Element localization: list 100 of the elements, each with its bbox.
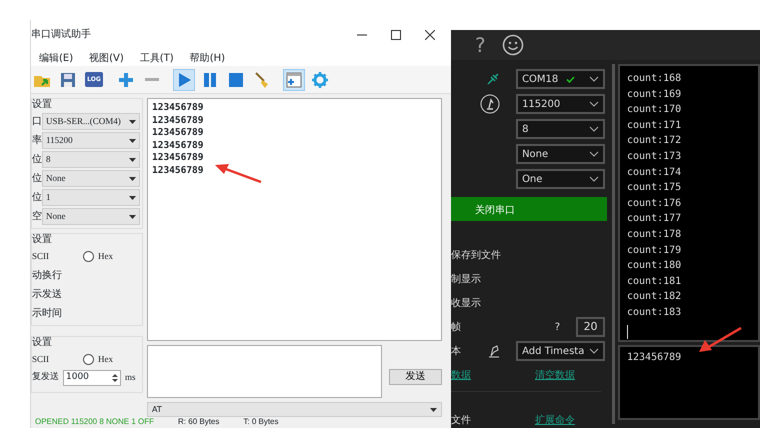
field-label: 空 <box>32 210 42 224</box>
field-label: 位 <box>32 191 42 206</box>
option-label: 帧 <box>451 320 461 334</box>
output-line: count:172 <box>627 134 682 148</box>
output-line: count:183 <box>627 306 682 320</box>
received-line: 123456789 <box>152 140 204 152</box>
send-input[interactable]: 123456789 <box>618 345 760 420</box>
window-plus-button[interactable] <box>283 68 305 91</box>
port-dropdown[interactable]: One <box>516 169 606 189</box>
caret-icon <box>129 196 136 200</box>
spin-arrows-icon <box>112 373 118 384</box>
status-text: T: 0 Bytes <box>243 417 278 428</box>
interval-spinner[interactable]: 1000 <box>63 370 121 386</box>
field-label: 位 <box>32 153 42 168</box>
close-port-button[interactable]: 关闭串口 <box>451 197 607 221</box>
output-line: count:169 <box>627 88 682 102</box>
option-label: 动换行 <box>32 268 63 283</box>
option-label: Hex <box>98 352 114 366</box>
output-line: count:170 <box>627 103 682 118</box>
data-link[interactable]: 清空数据 <box>535 368 575 382</box>
minus-icon <box>145 78 159 82</box>
pointer-arrow <box>697 326 743 354</box>
smiley-icon[interactable] <box>502 34 524 56</box>
output-line: count:174 <box>627 166 682 180</box>
radio-button[interactable] <box>83 354 94 365</box>
text-cursor <box>627 324 628 338</box>
chevron-icon <box>589 101 600 107</box>
caret-icon <box>129 214 136 219</box>
setting-dropdown[interactable]: None <box>42 208 140 226</box>
chevron-icon <box>589 176 600 182</box>
group-heading: 设置 <box>32 336 53 349</box>
stop-icon <box>227 70 245 89</box>
chevron-icon <box>589 126 600 132</box>
pointer-arrow <box>213 162 263 184</box>
setting-dropdown[interactable]: None <box>42 170 140 188</box>
status-text: R: 60 Bytes <box>178 417 220 428</box>
output-line: count:171 <box>627 118 682 133</box>
output-line: count:182 <box>627 290 682 304</box>
option-label: 制显示 <box>451 272 481 286</box>
field-label: 口 <box>32 115 42 130</box>
send-button[interactable]: 发送 <box>389 368 442 385</box>
field-label: 率 <box>32 134 42 148</box>
gear-icon <box>311 70 329 89</box>
pause-icon <box>201 70 219 89</box>
caret-icon <box>129 120 136 124</box>
send-text-area[interactable] <box>147 345 382 398</box>
option-label: SCII <box>32 250 50 264</box>
received-line: 123456789 <box>152 127 204 140</box>
received-line: 123456789 <box>152 152 204 165</box>
gauge-icon <box>480 94 500 114</box>
status-text: OPENED 115200 8 NONE 1 OFF <box>35 417 154 428</box>
output-line: count:179 <box>627 244 682 258</box>
menu-item[interactable]: 工具(T) <box>140 50 174 66</box>
setting-dropdown[interactable]: USB-SER...(COM4) <box>42 113 140 130</box>
group-heading: 设置 <box>32 99 53 112</box>
port-dropdown[interactable]: COM18 <box>516 69 606 89</box>
help-mark: ? <box>554 320 560 334</box>
option-label: SCII <box>32 352 50 366</box>
command-dropdown[interactable]: AT <box>147 402 442 418</box>
port-dropdown[interactable]: 8 <box>516 119 606 139</box>
frame-field[interactable]: 20 <box>576 317 606 337</box>
option-label: 文件 <box>451 414 471 428</box>
unit-label: ms <box>125 371 136 384</box>
output-line: count:180 <box>627 259 682 274</box>
plug-icon <box>486 72 500 86</box>
received-line: 123456789 <box>152 164 204 178</box>
option-label: Hex <box>98 250 114 264</box>
setting-dropdown[interactable]: 8 <box>42 151 140 168</box>
option-label: 复发送 <box>32 371 59 384</box>
setting-dropdown[interactable]: 1 <box>42 189 140 206</box>
output-line: count:175 <box>627 181 682 196</box>
option-label: 示时间 <box>32 306 63 321</box>
radio-button[interactable] <box>83 251 94 262</box>
menu-item[interactable]: 编辑(E) <box>39 50 74 66</box>
menu-item[interactable]: 帮助(H) <box>190 50 226 66</box>
pen-icon <box>488 344 500 358</box>
help-button[interactable]: ? <box>475 35 486 55</box>
output-line: count:177 <box>627 212 682 226</box>
timestamp-dropdown[interactable]: Add Timesta <box>516 341 606 361</box>
port-dropdown[interactable]: None <box>516 144 606 164</box>
setting-dropdown[interactable]: 115200 <box>42 132 140 150</box>
output-line: count:173 <box>627 150 682 164</box>
broom-icon <box>253 70 271 89</box>
window-plus-icon <box>285 70 303 89</box>
data-link[interactable]: 数据 <box>451 368 471 382</box>
extend-command-link[interactable]: 扩展命令 <box>535 413 575 428</box>
output-line: count:168 <box>627 72 682 86</box>
chevron-icon <box>589 76 600 82</box>
caret-icon <box>430 408 437 412</box>
received-line: 123456789 <box>152 102 204 115</box>
caret-icon <box>129 176 136 181</box>
field-label: 位 <box>32 172 42 186</box>
output-line: count:181 <box>627 274 682 289</box>
port-dropdown[interactable]: 115200 <box>516 94 606 114</box>
chevron-icon <box>589 151 600 157</box>
menu-item[interactable]: 视图(V) <box>89 50 124 66</box>
maximize-icon[interactable] <box>391 30 401 40</box>
caret-icon <box>129 138 136 143</box>
play-button[interactable] <box>173 68 195 91</box>
close-icon[interactable] <box>425 30 435 40</box>
